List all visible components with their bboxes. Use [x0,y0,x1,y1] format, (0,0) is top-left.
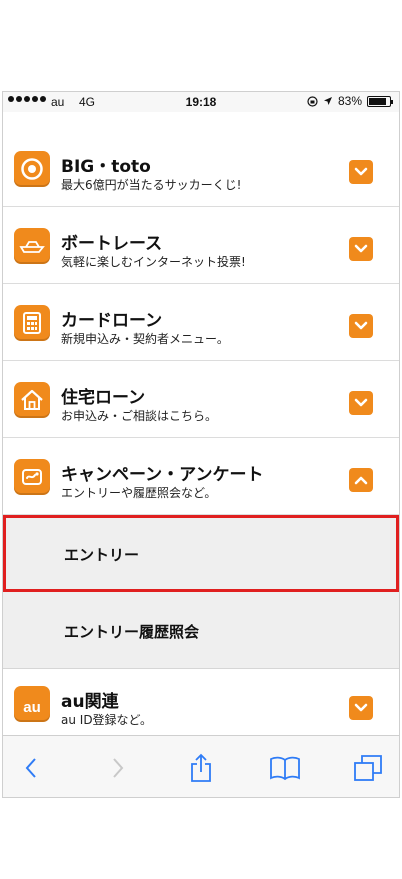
browser-toolbar [3,735,399,797]
menu-item-boat-race[interactable]: ボートレース 気軽に楽しむインターネット投票! [3,207,399,284]
phone-screen: au 4G 19:18 83% BIG・toto 最大6億円が当たるサッカーくじ… [2,91,400,798]
submenu-entry-label: エントリー [64,546,140,564]
menu-list: BIG・toto 最大6億円が当たるサッカーくじ! ボートレース 気軽に楽しむイ… [3,112,399,739]
submenu-entry[interactable]: エントリー [3,515,399,592]
rotation-lock-icon [307,95,318,107]
menu-item-card-loan[interactable]: カードローン 新規申込み・契約者メニュー。 [3,284,399,361]
chevron-down-icon[interactable] [349,237,373,261]
submenu-entry-history[interactable]: エントリー履歴照会 [3,592,399,669]
menu-item-title: 住宅ローン [61,388,146,408]
menu-item-subtitle: 新規申込み・契約者メニュー。 [61,332,229,346]
target-icon [14,151,50,187]
chevron-down-icon[interactable] [349,696,373,720]
menu-item-au-related[interactable]: au au関連 au ID登録など。 [3,669,399,739]
menu-item-subtitle: 気軽に楽しむインターネット投票! [61,255,246,269]
menu-item-subtitle: お申込み・ご相談はこちら。 [61,409,218,423]
menu-item-title: ボートレース [61,234,163,254]
tabs-icon[interactable] [352,752,384,784]
menu-item-title: カードローン [61,311,163,331]
au-icon-text: au [23,698,41,716]
menu-item-subtitle: au ID登録など。 [61,713,152,727]
chevron-down-icon[interactable] [349,160,373,184]
au-icon: au [14,686,50,722]
bookmarks-icon[interactable] [269,752,301,784]
share-icon[interactable] [185,752,217,784]
menu-item-title: キャンペーン・アンケート [61,465,264,485]
calculator-icon [14,305,50,341]
menu-item-big-toto[interactable]: BIG・toto 最大6億円が当たるサッカーくじ! [3,112,399,207]
boat-icon [14,228,50,264]
menu-item-campaign-survey[interactable]: キャンペーン・アンケート エントリーや履歴照会など。 [3,438,399,515]
house-icon [14,382,50,418]
chevron-down-icon[interactable] [349,314,373,338]
forward-icon[interactable] [102,752,134,784]
chevron-down-icon[interactable] [349,391,373,415]
battery-icon [367,95,393,107]
menu-item-title: au関連 [61,692,119,712]
chevron-up-icon[interactable] [349,468,373,492]
back-icon[interactable] [15,752,47,784]
menu-item-housing-loan[interactable]: 住宅ローン お申込み・ご相談はこちら。 [3,361,399,438]
status-bar: au 4G 19:18 83% [3,92,399,112]
campaign-icon [14,459,50,495]
battery-percent: 83% [337,94,362,108]
menu-item-subtitle: 最大6億円が当たるサッカーくじ! [61,178,242,192]
menu-item-subtitle: エントリーや履歴照会など。 [61,486,217,500]
menu-item-title: BIG・toto [61,157,151,177]
location-arrow-icon [323,97,332,105]
submenu-entry-history-label: エントリー履歴照会 [64,623,200,641]
